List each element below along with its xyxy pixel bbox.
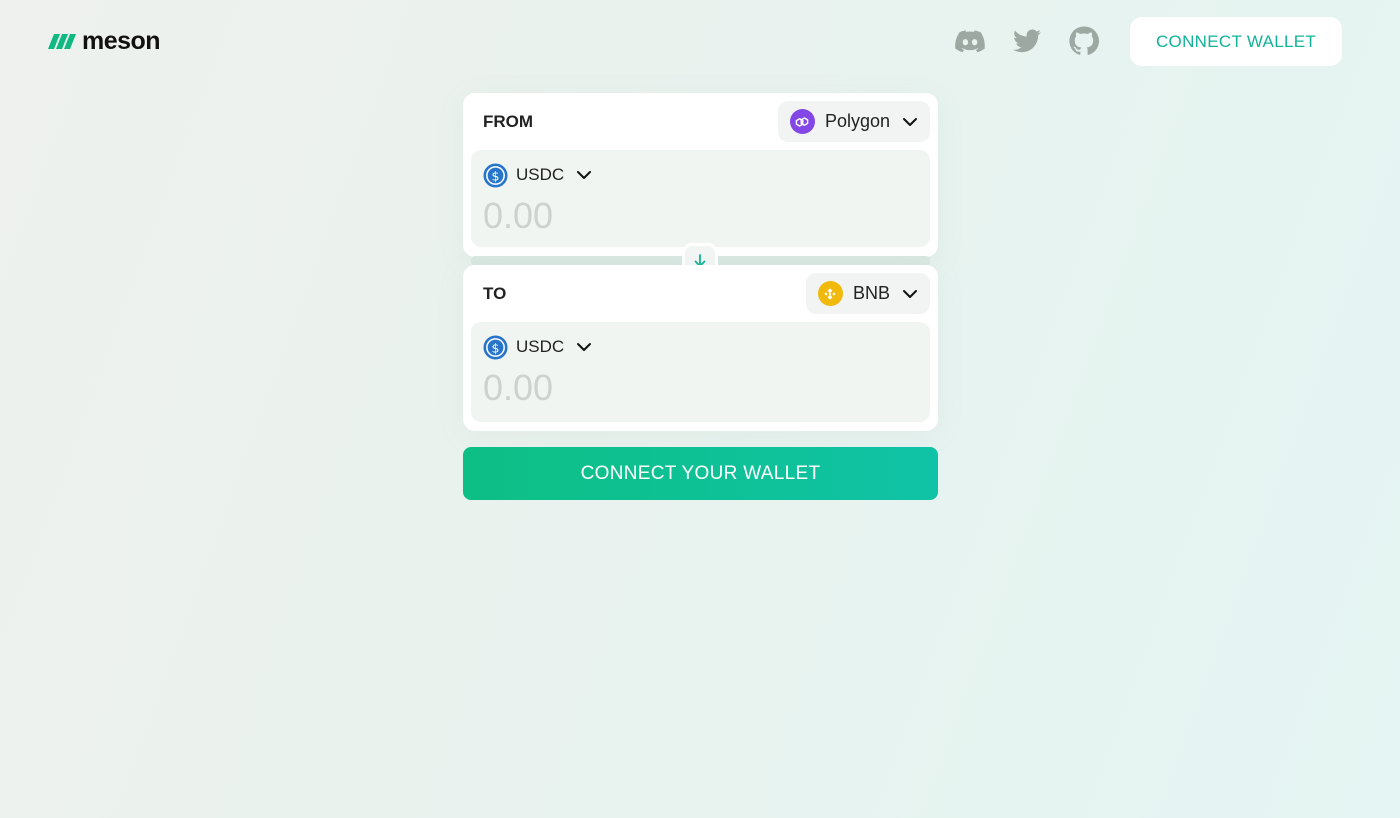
usdc-icon: $ (483, 162, 508, 188)
meson-logo-icon (48, 34, 76, 49)
discord-link[interactable] (953, 24, 987, 58)
to-chain-select[interactable]: BNB (805, 273, 930, 314)
from-chain-select[interactable]: Polygon (777, 101, 930, 142)
github-icon (1069, 26, 1100, 55)
to-label: TO (483, 284, 507, 303)
from-chain-name: Polygon (824, 111, 890, 131)
to-token-name: USDC (516, 337, 565, 356)
svg-text:$: $ (492, 340, 500, 355)
from-token-select[interactable]: $ USDC (483, 162, 592, 188)
chevron-down-icon (903, 289, 917, 298)
chevron-down-icon (577, 343, 592, 351)
meson-logo[interactable]: meson (48, 27, 161, 55)
connect-wallet-button[interactable]: CONNECT WALLET (1130, 17, 1342, 66)
twitter-icon (1013, 29, 1041, 53)
github-link[interactable] (1067, 24, 1101, 58)
to-token-select[interactable]: $ USDC (483, 334, 592, 360)
connect-your-wallet-button[interactable]: CONNECT YOUR WALLET (463, 447, 938, 500)
from-asset-box: $ USDC (471, 150, 930, 247)
discord-icon (955, 30, 985, 53)
chevron-down-icon (903, 117, 917, 126)
to-chain-name: BNB (852, 283, 890, 303)
polygon-icon (789, 109, 815, 134)
twitter-link[interactable] (1010, 24, 1044, 58)
from-card: FROM Polygon $ USDC (463, 93, 938, 257)
brand-name: meson (82, 27, 161, 55)
from-amount-input[interactable] (483, 194, 883, 238)
chevron-down-icon (577, 171, 592, 179)
to-card: TO BNB $ USDC (463, 265, 938, 431)
from-token-name: USDC (516, 165, 565, 184)
to-asset-box: $ USDC (471, 322, 930, 422)
from-label: FROM (483, 112, 534, 131)
to-amount-input[interactable] (483, 366, 883, 410)
usdc-icon: $ (483, 334, 508, 360)
svg-text:$: $ (492, 168, 500, 183)
bnb-icon (817, 281, 843, 306)
